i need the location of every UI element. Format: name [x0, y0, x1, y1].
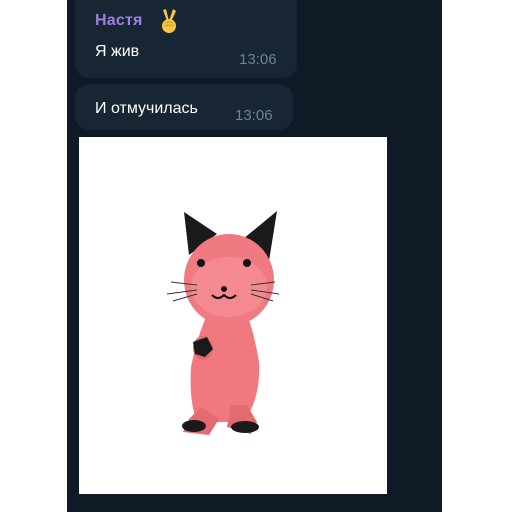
message-time: 13:06 [235, 107, 273, 124]
cat-nose [221, 286, 227, 292]
sender-name[interactable]: Настя [95, 12, 143, 30]
message-text: И отмучилась [95, 100, 198, 117]
message-list: Настя Я жив 13:06 И отмучилась 13:06 [67, 0, 442, 512]
cat-left-paw [182, 420, 206, 432]
cat-right-eye [243, 259, 251, 267]
cat-body [190, 315, 260, 422]
cat-right-paw [231, 421, 259, 433]
message-bubble[interactable]: И отмучилась 13:06 [75, 84, 293, 130]
cat-sticker-image [166, 211, 280, 435]
pink-cat-sticker[interactable] [79, 137, 387, 494]
cat-left-eye [197, 259, 205, 267]
message-bubble[interactable]: Настя Я жив 13:06 [75, 0, 297, 78]
chat-window: Настя Я жив 13:06 И отмучилась 13:06 [67, 0, 442, 512]
message-time: 13:06 [239, 51, 277, 68]
victory-hand-emoji-icon [157, 8, 181, 34]
message-text: Я жив [95, 43, 140, 60]
